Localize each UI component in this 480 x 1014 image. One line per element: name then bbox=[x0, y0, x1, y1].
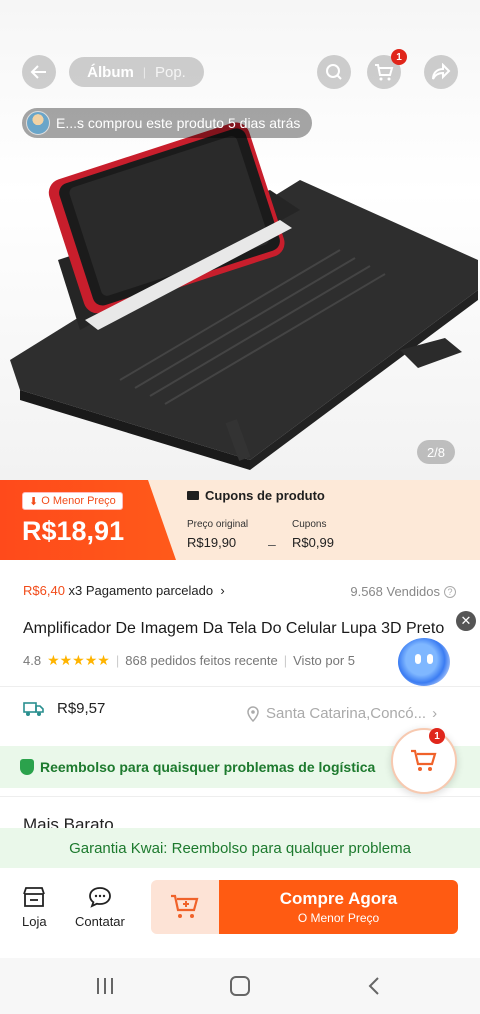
avatar bbox=[26, 111, 50, 135]
logistics-refund-text: Reembolso para quaisquer problemas de lo… bbox=[40, 759, 376, 775]
chevron-right-icon: › bbox=[432, 705, 438, 722]
help-icon[interactable]: ? bbox=[444, 585, 456, 598]
installment-amount: R$6,40 bbox=[23, 583, 65, 598]
assistant-mascot-icon[interactable] bbox=[398, 638, 450, 686]
buy-now-button[interactable]: Compre Agora O Menor Preço bbox=[219, 880, 458, 934]
divider: | bbox=[115, 653, 120, 668]
coupon-title[interactable]: Cupons de produto bbox=[187, 488, 325, 503]
shipping-row[interactable]: R$9,57 bbox=[23, 700, 105, 717]
installment-info[interactable]: R$6,40 x3 Pagamento parcelado › bbox=[23, 583, 225, 598]
truck-icon bbox=[23, 701, 44, 716]
cart-icon bbox=[375, 64, 394, 81]
coupon-value: R$0,99 bbox=[292, 535, 334, 550]
original-price-label: Preço original bbox=[187, 519, 249, 530]
add-to-cart-button[interactable] bbox=[151, 880, 219, 934]
back-nav-icon[interactable] bbox=[364, 976, 386, 996]
recent-apps-icon[interactable] bbox=[94, 976, 116, 996]
store-label: Loja bbox=[22, 914, 47, 929]
cart-button[interactable]: 1 bbox=[367, 49, 407, 89]
price-banner: ⬇ O Menor Preço R$18,91 Cupons de produt… bbox=[0, 480, 480, 560]
store-icon bbox=[23, 887, 46, 907]
tab-separator: | bbox=[142, 65, 146, 79]
star-rating-icon: ★★★★★ bbox=[47, 652, 110, 668]
divider bbox=[0, 796, 480, 797]
contact-button[interactable]: Contatar bbox=[75, 886, 125, 929]
back-button[interactable] bbox=[22, 55, 56, 89]
orders-count: 868 pedidos feitos recente bbox=[125, 653, 278, 668]
image-counter: 2/8 bbox=[417, 440, 455, 464]
recent-buyer-notice: E...s comprou este produto 5 dias atrás bbox=[22, 108, 313, 138]
location-row[interactable]: Santa Catarina,Concó... › bbox=[246, 705, 437, 722]
product-page: Álbum | Pop. 1 E...s comprou este produt… bbox=[0, 0, 480, 1014]
coupon-title-label: Cupons de produto bbox=[205, 488, 325, 503]
location-pin-icon bbox=[247, 705, 259, 722]
recent-buyer-text: E...s comprou este produto 5 dias atrás bbox=[56, 115, 301, 131]
viewed-count: Visto por 5 bbox=[293, 653, 356, 668]
search-icon bbox=[326, 64, 342, 80]
minus-sign: – bbox=[268, 536, 276, 552]
contact-label: Contatar bbox=[75, 914, 125, 929]
tab-pop[interactable]: Pop. bbox=[155, 64, 186, 81]
floating-cart-button[interactable]: 1 bbox=[391, 728, 457, 794]
buy-now-label: Compre Agora bbox=[279, 889, 398, 908]
shipping-price: R$9,57 bbox=[57, 700, 106, 717]
guarantee-banner: Garantia Kwai: Reembolso para qualquer p… bbox=[0, 828, 480, 868]
lowest-price-label: O Menor Preço bbox=[41, 495, 116, 507]
tab-album[interactable]: Álbum bbox=[87, 64, 134, 81]
coupon-label: Cupons bbox=[292, 519, 327, 530]
cart-badge: 1 bbox=[391, 49, 407, 65]
back-arrow-icon bbox=[30, 65, 46, 79]
sold-count: 9.568 Vendidos ? bbox=[350, 584, 456, 599]
cart-badge: 1 bbox=[429, 728, 445, 744]
chevron-right-icon: › bbox=[216, 583, 225, 598]
down-arrow-icon: ⬇ bbox=[29, 495, 39, 508]
sold-count-text: 9.568 Vendidos bbox=[350, 584, 440, 599]
location-text: Santa Catarina,Concó... bbox=[266, 705, 427, 722]
divider: | bbox=[283, 653, 288, 668]
buy-now-sublabel: O Menor Preço bbox=[297, 911, 380, 925]
share-button[interactable] bbox=[424, 55, 458, 89]
product-image[interactable]: Álbum | Pop. 1 E...s comprou este produt… bbox=[0, 0, 480, 480]
image-mode-tabs: Álbum | Pop. bbox=[69, 57, 204, 87]
chat-bubble-icon bbox=[89, 887, 111, 908]
lowest-price-tag: ⬇ O Menor Preço bbox=[22, 492, 123, 510]
store-button[interactable]: Loja bbox=[22, 886, 47, 929]
rating-value: 4.8 bbox=[23, 653, 42, 668]
system-navigation-bar bbox=[0, 958, 480, 1014]
product-title: Amplificador De Imagem Da Tela Do Celula… bbox=[23, 620, 445, 637]
home-icon[interactable] bbox=[229, 976, 251, 996]
search-button[interactable] bbox=[317, 55, 351, 89]
current-price: R$18,91 bbox=[22, 516, 125, 546]
rating-row: 4.8 ★★★★★ | 868 pedidos feitos recente |… bbox=[23, 652, 355, 669]
cart-icon bbox=[411, 749, 437, 771]
installment-text: x3 Pagamento parcelado bbox=[68, 583, 214, 598]
original-price-value: R$19,90 bbox=[187, 535, 237, 550]
add-to-cart-icon bbox=[171, 894, 199, 918]
close-icon[interactable]: ✕ bbox=[456, 611, 476, 631]
ticket-icon bbox=[187, 491, 199, 500]
divider bbox=[0, 686, 480, 687]
bottom-action-bar: Loja Contatar Compre Agora O Menor Preço bbox=[0, 868, 480, 958]
shield-check-icon bbox=[20, 759, 34, 775]
share-icon bbox=[432, 63, 451, 80]
